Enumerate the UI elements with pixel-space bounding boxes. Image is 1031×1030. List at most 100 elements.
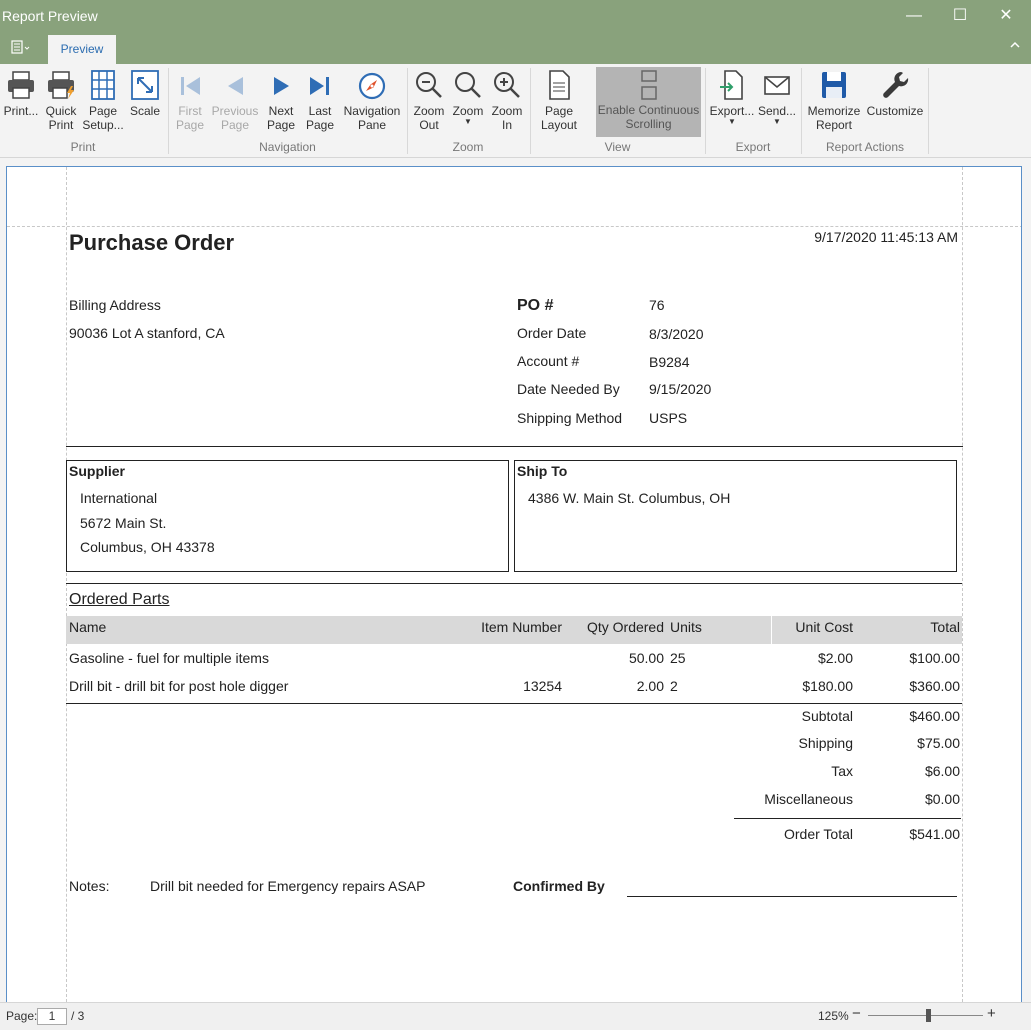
tab-preview[interactable]: Preview — [48, 35, 116, 64]
report-page[interactable]: Purchase Order 9/17/2020 11:45:13 AM Bil… — [6, 166, 1022, 1006]
tax-label: Tax — [831, 763, 853, 779]
quick-print-button[interactable]: Quick Print — [42, 68, 80, 148]
page-setup-label-2: Setup... — [82, 118, 124, 132]
margin-guide-right — [962, 167, 963, 1006]
page-number-input[interactable]: 1 — [37, 1008, 67, 1025]
zoom-slider-thumb[interactable] — [926, 1009, 931, 1022]
previous-page-button[interactable]: Previous Page — [211, 68, 259, 148]
zoom-in-label-1: Zoom — [491, 104, 523, 118]
row-total: $100.00 — [909, 650, 960, 666]
send-label: Send... — [757, 104, 797, 118]
quick-print-icon — [48, 71, 74, 99]
tax-value: $6.00 — [924, 763, 960, 779]
window-title: Report Preview — [2, 8, 98, 24]
next-page-button[interactable]: Next Page — [263, 68, 299, 148]
ribbon-tab-row: Preview — [0, 33, 1031, 64]
chevron-down-icon: ▼ — [464, 117, 472, 126]
first-page-icon — [181, 77, 200, 95]
order-date-label: Order Date — [517, 325, 587, 341]
navigation-pane-button[interactable]: Navigation Pane — [341, 68, 403, 148]
first-page-button[interactable]: First Page — [172, 68, 208, 148]
row-units: 2 — [670, 678, 678, 694]
row-unit-cost: $180.00 — [802, 678, 853, 694]
floppy-disk-icon — [822, 72, 846, 98]
signature-line — [627, 896, 957, 897]
continuous-scrolling-label-2: Scrolling — [625, 117, 672, 131]
column-header-units: Units — [670, 619, 702, 635]
column-header-qty-ordered: Qty Ordered — [586, 619, 664, 635]
zoom-out-button[interactable]: Zoom Out — [411, 68, 447, 148]
row-unit-cost: $2.00 — [817, 650, 853, 666]
account-value: B9284 — [649, 354, 690, 370]
group-label-view: View — [604, 140, 631, 154]
continuous-scrolling-button[interactable]: Enable Continuous Scrolling — [596, 67, 701, 137]
page-layout-label-2: Layout — [540, 118, 578, 132]
continuous-scroll-icon — [640, 70, 657, 100]
previous-page-label-1: Previous — [211, 104, 259, 118]
date-needed-label: Date Needed By — [517, 381, 620, 397]
close-button[interactable]: ✕ — [983, 0, 1029, 33]
zoom-out-icon — [416, 72, 442, 98]
group-label-print: Print — [70, 140, 96, 154]
subtotal-value: $460.00 — [909, 708, 960, 724]
printer-icon — [8, 71, 34, 99]
ship-to-line: 4386 W. Main St. Columbus, OH — [528, 490, 731, 506]
order-total-label: Order Total — [784, 826, 853, 842]
navigation-pane-label-2: Pane — [357, 118, 387, 132]
zoom-in-icon[interactable]: + — [987, 1005, 996, 1022]
zoom-in-icon — [494, 72, 520, 98]
report-timestamp: 9/17/2020 11:45:13 AM — [814, 229, 958, 245]
print-button[interactable]: Print... — [3, 68, 39, 148]
row-name: Drill bit - drill bit for post hole digg… — [69, 678, 289, 694]
supplier-line: 5672 Main St. — [80, 515, 167, 531]
chevron-down-icon: ▼ — [728, 117, 736, 126]
shipping-value: $75.00 — [917, 735, 960, 751]
maximize-button[interactable]: ☐ — [937, 0, 983, 33]
last-page-label-2: Page — [305, 118, 335, 132]
zoom-dropdown-button[interactable]: Zoom ▼ — [450, 68, 486, 148]
scale-button[interactable]: Scale — [127, 68, 163, 148]
margin-guide-left — [66, 167, 67, 1006]
page-setup-icon — [91, 70, 115, 100]
last-page-button[interactable]: Last Page — [302, 68, 338, 148]
export-button[interactable]: Export... ▼ — [709, 68, 755, 148]
send-button[interactable]: Send... ▼ — [757, 68, 797, 148]
magnifier-icon — [455, 72, 481, 98]
next-page-label-2: Page — [266, 118, 296, 132]
zoom-in-button[interactable]: Zoom In — [489, 68, 525, 148]
subtotal-label: Subtotal — [801, 708, 853, 724]
page-setup-label-1: Page — [88, 104, 118, 118]
zoom-out-label-1: Zoom — [413, 104, 445, 118]
divider — [66, 703, 962, 704]
status-bar: Page: 1 / 3 125% − + — [0, 1002, 1031, 1030]
row-units: 25 — [670, 650, 686, 666]
previous-page-icon — [228, 77, 243, 95]
misc-value: $0.00 — [924, 791, 960, 807]
column-header-total: Total — [930, 619, 960, 635]
first-page-label-2: Page — [175, 118, 205, 132]
billing-address: 90036 Lot A stanford, CA — [69, 325, 225, 341]
zoom-out-icon[interactable]: − — [852, 1005, 861, 1022]
shipping-label: Shipping — [798, 735, 854, 751]
minimize-button[interactable]: — — [891, 0, 937, 33]
next-page-icon — [274, 77, 289, 95]
ship-to-box — [514, 460, 957, 572]
page-setup-button[interactable]: Page Setup... — [82, 68, 124, 148]
memorize-report-button[interactable]: Memorize Report — [805, 68, 863, 148]
customize-button[interactable]: Customize — [866, 68, 924, 148]
memorize-report-label-2: Report — [815, 118, 853, 132]
group-label-zoom: Zoom — [452, 140, 484, 154]
page-layout-button[interactable]: Page Layout — [534, 68, 584, 148]
scale-label: Scale — [129, 104, 161, 118]
report-title: Purchase Order — [69, 230, 235, 255]
page-layout-label-1: Page — [544, 104, 574, 118]
ribbon-separator — [705, 68, 706, 154]
last-page-label-1: Last — [308, 104, 332, 118]
account-label: Account # — [517, 353, 580, 369]
app-menu-icon[interactable] — [10, 39, 32, 57]
collapse-ribbon-icon[interactable] — [1009, 39, 1021, 53]
divider — [66, 583, 962, 584]
notes-text: Drill bit needed for Emergency repairs A… — [150, 878, 426, 894]
first-page-label-1: First — [178, 104, 202, 118]
memorize-report-label-1: Memorize — [807, 104, 861, 118]
